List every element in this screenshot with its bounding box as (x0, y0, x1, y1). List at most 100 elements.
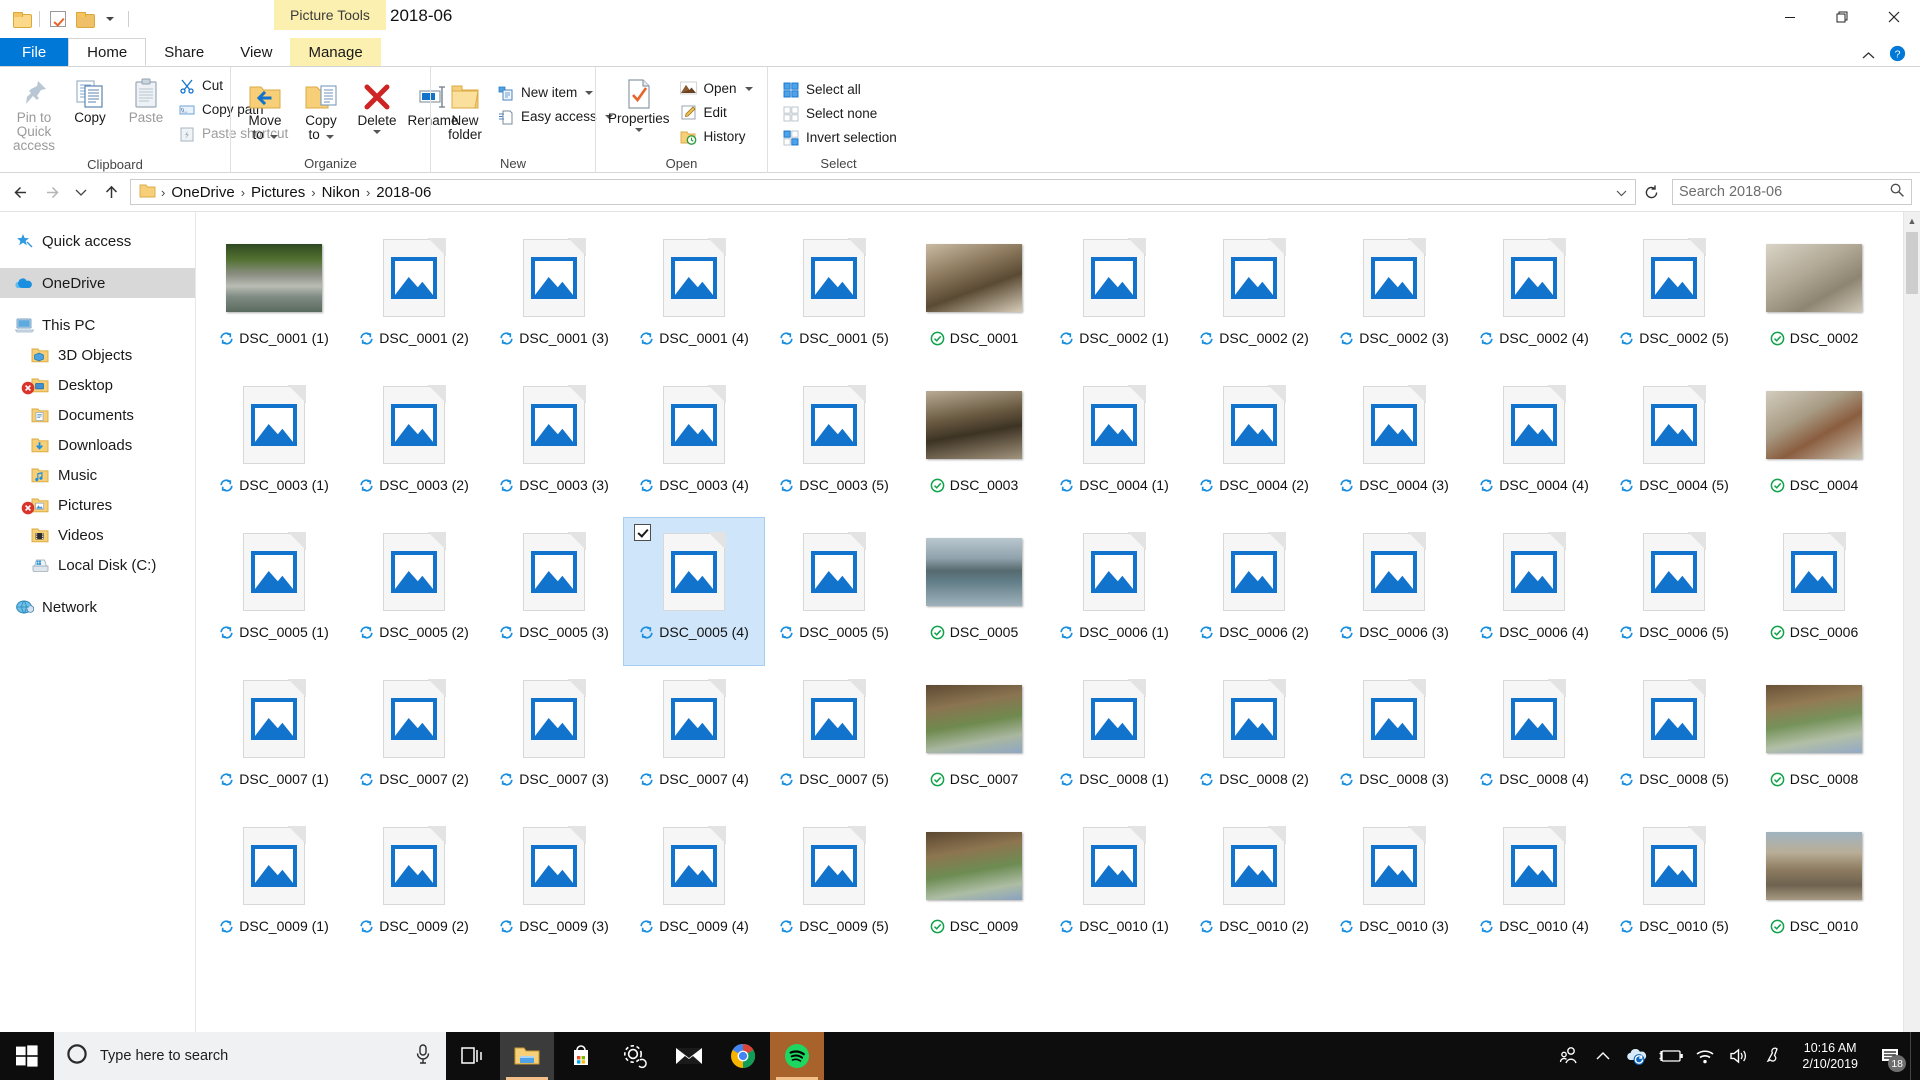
new-item-chevron-down-icon[interactable] (585, 90, 594, 95)
tab-share[interactable]: Share (146, 38, 222, 66)
help-question-icon[interactable]: ? (1889, 45, 1906, 66)
sidebar-item-videos[interactable]: Videos (0, 520, 195, 550)
pen-icon[interactable] (1756, 1032, 1790, 1080)
file-tile[interactable]: DSC_0008 (1) (1044, 665, 1184, 812)
file-tile[interactable]: DSC_0004 (5) (1604, 371, 1744, 518)
file-tile[interactable]: DSC_0007 (2) (344, 665, 484, 812)
file-tile[interactable]: DSC_0010 (1) (1044, 812, 1184, 959)
file-tile[interactable]: DSC_0004 (3) (1324, 371, 1464, 518)
properties-quick-icon[interactable] (45, 6, 71, 32)
taskbar-app-settings[interactable] (608, 1032, 662, 1080)
explorer-menu-icon[interactable] (8, 6, 34, 32)
minimize-button[interactable] (1764, 0, 1816, 34)
address-dropdown-chevron-down-icon[interactable] (1611, 180, 1631, 204)
task-view-button[interactable] (446, 1032, 500, 1080)
breadcrumb-onedrive[interactable]: OneDrive (166, 182, 239, 203)
taskbar-app-google-chrome[interactable] (716, 1032, 770, 1080)
collapse-ribbon-chevron-up-icon[interactable] (1862, 47, 1875, 64)
sidebar-item-this-pc[interactable]: This PC (0, 310, 195, 340)
file-tile[interactable]: DSC_0005 (5) (764, 518, 904, 665)
file-tile[interactable]: DSC_0004 (2) (1184, 371, 1324, 518)
new-folder-quick-icon[interactable] (71, 6, 97, 32)
open-chevron-down-icon[interactable] (744, 86, 753, 91)
file-tile[interactable]: DSC_0005 (3) (484, 518, 624, 665)
people-icon[interactable] (1552, 1032, 1586, 1080)
copy-button[interactable]: Copy (62, 72, 118, 128)
taskbar-app-file-explorer[interactable] (500, 1032, 554, 1080)
file-tile[interactable]: DSC_0002 (3) (1324, 224, 1464, 371)
file-tile[interactable]: DSC_0003 (1) (204, 371, 344, 518)
file-tile[interactable]: DSC_0006 (1) (1044, 518, 1184, 665)
sidebar-item-3d-objects[interactable]: 3D Objects (0, 340, 195, 370)
sidebar-item-quick-access[interactable]: Quick access (0, 226, 195, 256)
history-button[interactable]: History (676, 125, 761, 148)
refresh-button[interactable] (1638, 179, 1664, 205)
file-tile[interactable]: DSC_0010 (3) (1324, 812, 1464, 959)
mic-icon[interactable] (414, 1044, 432, 1068)
file-tile[interactable]: DSC_0006 (1744, 518, 1884, 665)
delete-chevron-down-icon[interactable] (373, 130, 381, 134)
file-tile[interactable]: DSC_0003 (2) (344, 371, 484, 518)
scroll-up-arrow-icon[interactable]: ▲ (1904, 212, 1920, 229)
file-tile[interactable]: DSC_0004 (1) (1044, 371, 1184, 518)
file-tile[interactable]: DSC_0001 (1) (204, 224, 344, 371)
sidebar-item-network[interactable]: Network (0, 592, 195, 622)
file-tile[interactable]: DSC_0009 (904, 812, 1044, 959)
file-tile[interactable]: DSC_0002 (2) (1184, 224, 1324, 371)
file-tile[interactable]: DSC_0010 (5) (1604, 812, 1744, 959)
customize-qat-chevron-down-icon[interactable] (97, 6, 123, 32)
file-tile[interactable]: DSC_0007 (3) (484, 665, 624, 812)
forward-button[interactable] (36, 177, 66, 207)
file-tile[interactable]: DSC_0001 (2) (344, 224, 484, 371)
battery-icon[interactable] (1654, 1032, 1688, 1080)
sidebar-item-local-disk-c[interactable]: Local Disk (C:) (0, 550, 195, 580)
scrollbar-thumb[interactable] (1906, 232, 1918, 294)
file-tile[interactable]: DSC_0002 (1) (1044, 224, 1184, 371)
select-none-button[interactable]: Select none (778, 102, 905, 125)
search-input[interactable]: Search 2018-06 (1672, 179, 1912, 205)
file-tile[interactable]: DSC_0002 (5) (1604, 224, 1744, 371)
up-button[interactable] (96, 177, 126, 207)
clock[interactable]: 10:16 AM 2/10/2019 (1790, 1032, 1870, 1080)
sidebar-item-pictures[interactable]: Pictures (0, 490, 195, 520)
breadcrumb-pictures[interactable]: Pictures (246, 182, 310, 203)
file-tile[interactable]: DSC_0007 (904, 665, 1044, 812)
taskbar-app-spotify[interactable] (770, 1032, 824, 1080)
vertical-scrollbar[interactable]: ▲ ▼ (1903, 212, 1920, 1052)
tab-view[interactable]: View (222, 38, 290, 66)
new-folder-button[interactable]: New folder (437, 75, 493, 145)
file-tile[interactable]: DSC_0009 (3) (484, 812, 624, 959)
file-tile[interactable]: DSC_0008 (1744, 665, 1884, 812)
file-tile[interactable]: DSC_0002 (1744, 224, 1884, 371)
file-tile[interactable]: DSC_0008 (3) (1324, 665, 1464, 812)
file-tile[interactable]: DSC_0001 (4) (624, 224, 764, 371)
invert-selection-button[interactable]: Invert selection (778, 126, 905, 149)
taskbar-app-mail[interactable] (662, 1032, 716, 1080)
recent-locations-chevron-down-icon[interactable] (66, 177, 96, 207)
file-tile[interactable]: DSC_0007 (1) (204, 665, 344, 812)
taskbar-search-input[interactable]: Type here to search (54, 1032, 446, 1080)
sidebar-item-documents[interactable]: Documents (0, 400, 195, 430)
file-tile[interactable]: DSC_0010 (4) (1464, 812, 1604, 959)
properties-chevron-down-icon[interactable] (634, 128, 643, 132)
file-tile[interactable]: DSC_0004 (4) (1464, 371, 1604, 518)
file-tile[interactable]: DSC_0005 (4) (623, 517, 765, 666)
select-all-button[interactable]: Select all (778, 78, 905, 101)
file-tile[interactable]: DSC_0009 (2) (344, 812, 484, 959)
show-hidden-icons-chevron-up-icon[interactable] (1586, 1032, 1620, 1080)
tab-home[interactable]: Home (68, 38, 147, 66)
show-desktop-button[interactable] (1910, 1032, 1918, 1080)
file-tile[interactable]: DSC_0003 (5) (764, 371, 904, 518)
volume-icon[interactable] (1722, 1032, 1756, 1080)
file-tile[interactable]: DSC_0003 (904, 371, 1044, 518)
file-tile[interactable]: DSC_0005 (904, 518, 1044, 665)
close-button[interactable] (1868, 0, 1920, 34)
properties-button[interactable]: Properties (602, 73, 676, 135)
file-tile[interactable]: DSC_0001 (904, 224, 1044, 371)
file-tile[interactable]: DSC_0007 (4) (624, 665, 764, 812)
file-tile[interactable]: DSC_0006 (2) (1184, 518, 1324, 665)
edit-button[interactable]: Edit (676, 101, 761, 124)
sidebar-item-desktop[interactable]: Desktop (0, 370, 195, 400)
file-tile[interactable]: DSC_0008 (2) (1184, 665, 1324, 812)
file-tile[interactable]: DSC_0005 (2) (344, 518, 484, 665)
